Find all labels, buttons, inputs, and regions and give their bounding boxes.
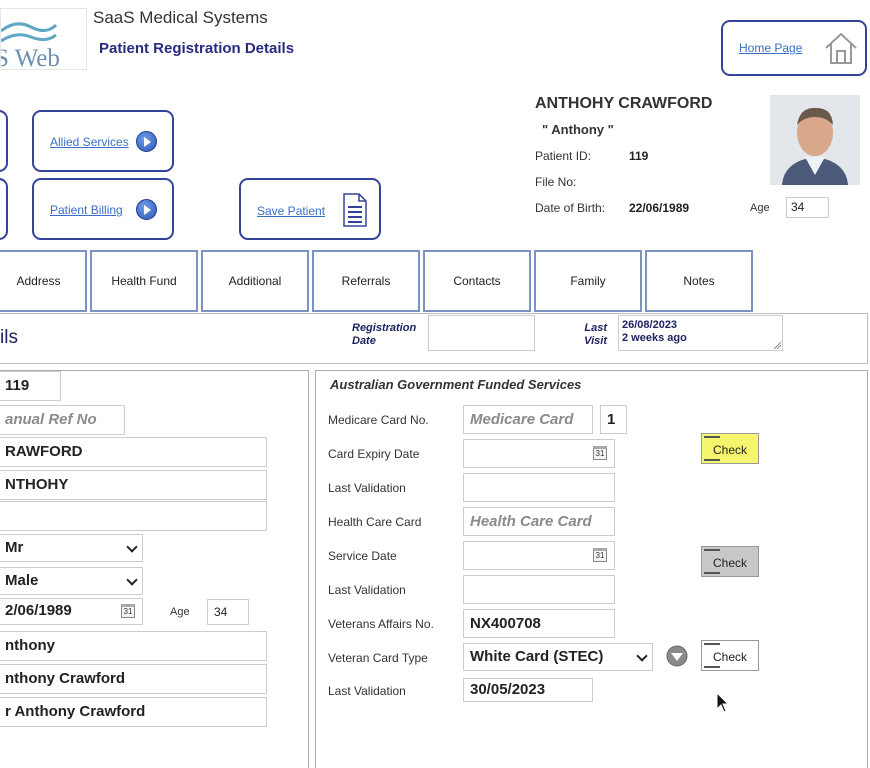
document-icon <box>343 193 367 227</box>
veterans-no-field[interactable]: NX400708 <box>463 609 615 638</box>
veteran-card-type-value: White Card (STEC) <box>470 648 604 665</box>
medicare-label: Medicare Card No. <box>328 413 429 427</box>
person-photo-icon <box>770 95 860 185</box>
calendar-icon[interactable]: 31 <box>593 548 607 562</box>
allied-services-button[interactable]: Allied Services <box>32 110 174 172</box>
save-patient-button[interactable]: Save Patient <box>239 178 381 240</box>
chevron-down-icon <box>126 541 138 553</box>
last-validation-label-2: Last Validation <box>328 583 406 597</box>
home-page-link[interactable]: Home Page <box>739 41 802 55</box>
health-care-check-button[interactable]: Check <box>701 546 759 577</box>
title-select[interactable]: Mr <box>0 534 143 562</box>
health-care-label: Health Care Card <box>328 515 422 529</box>
given-name-field[interactable]: NTHOHY <box>0 470 267 500</box>
app-logo: S Web <box>0 8 87 70</box>
home-page-button[interactable]: Home Page <box>721 20 867 76</box>
calendar-icon[interactable]: 31 <box>121 604 135 618</box>
patient-photo <box>770 95 860 185</box>
home-icon <box>825 32 857 64</box>
page-title: Patient Registration Details <box>99 40 295 57</box>
patient-billing-button[interactable]: Patient Billing <box>32 178 174 240</box>
last-validation-label-3: Last Validation <box>328 684 406 698</box>
logo-text: S Web <box>0 45 60 70</box>
tab-address[interactable]: Address <box>0 250 87 312</box>
service-date-label: Service Date <box>328 549 397 563</box>
middle-name-field[interactable] <box>0 501 267 531</box>
formal-name-field[interactable]: r Anthony Crawford <box>0 697 267 727</box>
veteran-card-type-label: Veteran Card Type <box>328 651 428 665</box>
patient-name: ANTHOHY CRAWFORD <box>535 95 713 112</box>
section-title: ils <box>0 327 18 348</box>
calendar-icon[interactable]: 31 <box>593 446 607 460</box>
patient-id-value: 119 <box>629 149 649 163</box>
veteran-check-button[interactable]: Check <box>701 640 759 671</box>
preferred-name-field[interactable]: nthony <box>0 631 267 661</box>
save-patient-link[interactable]: Save Patient <box>257 204 325 218</box>
tab-family[interactable]: Family <box>534 250 642 312</box>
last-visit-label: Last Visit <box>584 322 607 347</box>
last-validation-field-3[interactable]: 30/05/2023 <box>463 678 593 702</box>
resize-grip-icon <box>774 342 781 349</box>
last-validation-field-1[interactable] <box>463 473 615 502</box>
medicare-card-field[interactable]: Medicare Card <box>463 405 593 434</box>
gender-select-value: Male <box>5 572 39 589</box>
tab-additional[interactable]: Additional <box>201 250 309 312</box>
full-name-field[interactable]: nthony Crawford <box>0 664 267 694</box>
tab-notes[interactable]: Notes <box>645 250 753 312</box>
last-visit-field[interactable]: 26/08/2023 2 weeks ago <box>618 315 783 351</box>
allied-services-link[interactable]: Allied Services <box>50 135 129 149</box>
manual-ref-field[interactable]: anual Ref No <box>0 405 125 435</box>
arrow-right-icon <box>136 199 157 220</box>
registration-date-field[interactable] <box>428 315 535 351</box>
last-validation-label-1: Last Validation <box>328 481 406 495</box>
dob-label: Date of Birth: <box>535 201 606 215</box>
chevron-down-icon <box>636 650 648 662</box>
tab-health-fund[interactable]: Health Fund <box>90 250 198 312</box>
surname-field[interactable]: RAWFORD <box>0 437 267 467</box>
left-cut-button-2[interactable] <box>0 178 8 240</box>
title-select-value: Mr <box>5 539 24 556</box>
medicare-check-button[interactable]: Check <box>701 433 759 464</box>
dob-value: 22/06/1989 <box>629 201 690 215</box>
services-section-title: Australian Government Funded Services <box>330 377 582 392</box>
age-field: 34 <box>786 197 829 218</box>
tab-referrals[interactable]: Referrals <box>312 250 420 312</box>
last-validation-field-2[interactable] <box>463 575 615 604</box>
patient-billing-link[interactable]: Patient Billing <box>50 203 123 217</box>
tab-contacts[interactable]: Contacts <box>423 250 531 312</box>
chevron-down-icon <box>126 574 138 586</box>
left-cut-button-1[interactable] <box>0 110 8 172</box>
left-age-field[interactable]: 34 <box>207 599 249 625</box>
dob-field-value: 2/06/1989 <box>5 602 72 619</box>
registration-date-label: Registration Date <box>352 322 417 347</box>
veterans-label: Veterans Affairs No. <box>328 617 434 631</box>
file-no-label: File No: <box>535 175 577 189</box>
gender-select[interactable]: Male <box>0 567 143 595</box>
dropdown-circle-icon[interactable] <box>666 645 688 667</box>
company-name: SaaS Medical Systems <box>93 8 268 27</box>
medicare-irn-field[interactable]: 1 <box>600 405 627 434</box>
card-expiry-label: Card Expiry Date <box>328 447 420 461</box>
left-age-label: Age <box>170 606 190 618</box>
patient-id-label: Patient ID: <box>535 149 592 163</box>
arrow-right-icon <box>136 131 157 152</box>
patient-preferred-name: " Anthony " <box>542 122 614 137</box>
age-label: Age <box>750 202 770 214</box>
mouse-cursor-icon <box>716 692 730 713</box>
health-care-field[interactable]: Health Care Card <box>463 507 615 536</box>
veteran-card-type-select[interactable]: White Card (STEC) <box>463 643 653 671</box>
patient-id-field[interactable]: 119 <box>0 371 61 401</box>
